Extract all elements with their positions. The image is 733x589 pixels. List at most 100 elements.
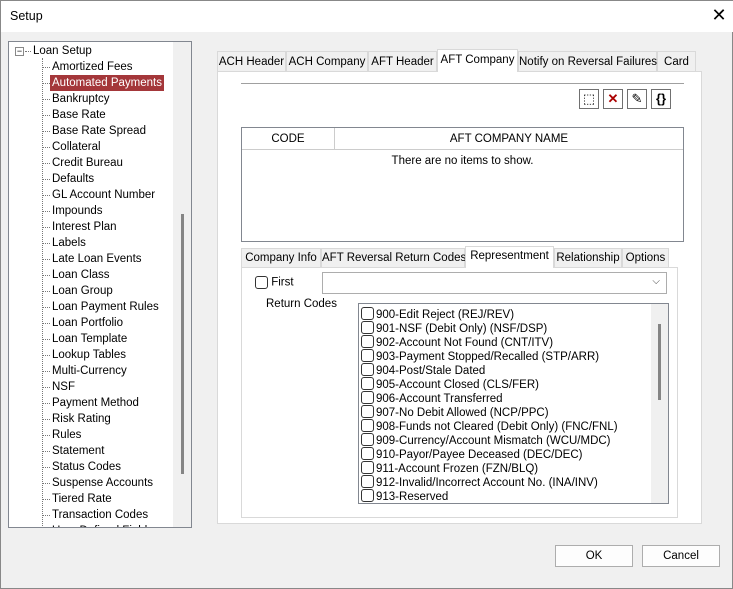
window-title: Setup xyxy=(10,9,43,23)
tree-item-bankruptcy[interactable]: Bankruptcy xyxy=(50,91,112,107)
tree-item-status-codes[interactable]: Status Codes xyxy=(50,459,123,475)
tree-item-credit-bureau[interactable]: Credit Bureau xyxy=(50,155,125,171)
return-code-item[interactable]: 905-Account Closed (CLS/FER) xyxy=(361,377,539,391)
braces-icon[interactable]: {} xyxy=(651,89,671,109)
return-code-item[interactable]: 901-NSF (Debit Only) (NSF/DSP) xyxy=(361,321,547,335)
cancel-button[interactable]: Cancel xyxy=(642,545,720,567)
tree-item-interest-plan[interactable]: Interest Plan xyxy=(50,219,119,235)
subtab-company-info[interactable]: Company Info xyxy=(241,248,321,268)
checkbox[interactable] xyxy=(361,307,374,320)
return-code-item[interactable]: 908-Funds not Cleared (Debit Only) (FNC/… xyxy=(361,419,618,433)
tree-item-gl-account-number[interactable]: GL Account Number xyxy=(50,187,157,203)
return-code-label: 901-NSF (Debit Only) (NSF/DSP) xyxy=(376,323,548,335)
return-code-label: 909-Currency/Account Mismatch (WCU/MDC) xyxy=(376,435,611,447)
collapse-icon[interactable]: − xyxy=(15,47,24,56)
tree-item-transaction-codes[interactable]: Transaction Codes xyxy=(50,507,150,523)
checkbox[interactable] xyxy=(361,433,374,446)
return-code-item[interactable]: 907-No Debit Allowed (NCP/PPC) xyxy=(361,405,549,419)
tab-ach-header[interactable]: ACH Header xyxy=(217,51,286,72)
return-code-item[interactable]: 906-Account Transferred xyxy=(361,391,503,405)
tree-item-lookup-tables[interactable]: Lookup Tables xyxy=(50,347,128,363)
tree-item-multi-currency[interactable]: Multi-Currency xyxy=(50,363,129,379)
title-bar: Setup ✕ xyxy=(1,1,733,32)
tree-item-loan-class[interactable]: Loan Class xyxy=(50,267,112,283)
tree-item-user-defined-fields[interactable]: User Defined Fields xyxy=(50,523,155,527)
tree-item-risk-rating[interactable]: Risk Rating xyxy=(50,411,113,427)
tree-connector xyxy=(42,323,50,324)
return-code-item[interactable]: 911-Account Frozen (FZN/BLQ) xyxy=(361,461,538,475)
checkbox[interactable] xyxy=(361,377,374,390)
tree-item-loan-group[interactable]: Loan Group xyxy=(50,283,115,299)
tree-item-suspense-accounts[interactable]: Suspense Accounts xyxy=(50,475,155,491)
tab-aft-header[interactable]: AFT Header xyxy=(368,51,437,72)
first-dropdown[interactable]: ⌵ xyxy=(322,272,667,294)
checkbox[interactable] xyxy=(361,447,374,460)
tree-connector xyxy=(42,67,50,68)
checkbox[interactable] xyxy=(361,489,374,502)
tree-item-defaults[interactable]: Defaults xyxy=(50,171,96,187)
return-code-item[interactable]: 910-Payor/Payee Deceased (DEC/DEC) xyxy=(361,447,582,461)
setup-tree[interactable]: − Loan Setup Amortized Fees Automated Pay… xyxy=(8,41,192,528)
first-checkbox[interactable]: First xyxy=(255,276,294,289)
list-scrollbar[interactable] xyxy=(651,304,668,503)
tree-item-labels[interactable]: Labels xyxy=(50,235,88,251)
new-icon[interactable]: ⬚ xyxy=(579,89,599,109)
tree-item-rules[interactable]: Rules xyxy=(50,427,83,443)
close-icon[interactable]: ✕ xyxy=(709,5,729,25)
checkbox[interactable] xyxy=(361,405,374,418)
return-code-item[interactable]: 912-Invalid/Incorrect Account No. (INA/I… xyxy=(361,475,598,489)
subtab-options[interactable]: Options xyxy=(622,248,669,268)
tree-item-amortized-fees[interactable]: Amortized Fees xyxy=(50,59,135,75)
return-code-label: 908-Funds not Cleared (Debit Only) (FNC/… xyxy=(376,421,618,433)
tree-item-late-loan-events[interactable]: Late Loan Events xyxy=(50,251,144,267)
checkbox[interactable] xyxy=(361,419,374,432)
tree-item-automated-payments[interactable]: Automated Payments xyxy=(50,75,164,91)
tree-connector xyxy=(42,163,50,164)
scrollbar-thumb[interactable] xyxy=(181,214,184,474)
subtab-representment[interactable]: Representment xyxy=(465,246,554,268)
checkbox[interactable] xyxy=(361,335,374,348)
tree-item-tiered-rate[interactable]: Tiered Rate xyxy=(50,491,114,507)
tab-notify-on-reversal-failures[interactable]: Notify on Reversal Failures xyxy=(518,51,657,72)
checkbox[interactable] xyxy=(361,349,374,362)
scrollbar-thumb[interactable] xyxy=(658,324,661,400)
checkbox[interactable] xyxy=(361,475,374,488)
delete-icon[interactable]: ✕ xyxy=(603,89,623,109)
return-code-item[interactable]: 904-Post/Stale Dated xyxy=(361,363,485,377)
tree-item-loan-payment-rules[interactable]: Loan Payment Rules xyxy=(50,299,161,315)
tree-scrollbar[interactable] xyxy=(173,42,191,527)
return-codes-list[interactable]: 900-Edit Reject (REJ/REV) 901-NSF (Debit … xyxy=(358,303,669,504)
tree-connector xyxy=(42,131,50,132)
tree-item-statement[interactable]: Statement xyxy=(50,443,106,459)
column-header-code[interactable]: CODE xyxy=(242,128,335,150)
aft-company-grid[interactable]: CODE AFT COMPANY NAME There are no items… xyxy=(241,127,684,242)
tab-ach-company[interactable]: ACH Company xyxy=(286,51,368,72)
checkbox[interactable] xyxy=(361,321,374,334)
checkbox[interactable] xyxy=(361,391,374,404)
tab-aft-company[interactable]: AFT Company xyxy=(437,49,518,72)
tree-item-collateral[interactable]: Collateral xyxy=(50,139,103,155)
return-code-item[interactable]: 903-Payment Stopped/Recalled (STP/ARR) xyxy=(361,349,599,363)
tree-item-payment-method[interactable]: Payment Method xyxy=(50,395,141,411)
return-code-item[interactable]: 909-Currency/Account Mismatch (WCU/MDC) xyxy=(361,433,611,447)
subtab-aft-reversal-return-codes[interactable]: AFT Reversal Return Codes xyxy=(321,248,466,268)
checkbox[interactable] xyxy=(361,363,374,376)
tab-card[interactable]: Card xyxy=(657,51,696,72)
ok-button[interactable]: OK xyxy=(555,545,633,567)
return-code-label: 900-Edit Reject (REJ/REV) xyxy=(376,309,515,321)
return-code-item[interactable]: 902-Account Not Found (CNT/ITV) xyxy=(361,335,553,349)
column-header-aft-company-name[interactable]: AFT COMPANY NAME xyxy=(335,128,683,150)
tree-item-nsf[interactable]: NSF xyxy=(50,379,77,395)
tree-connector xyxy=(42,83,50,84)
tree-item-impounds[interactable]: Impounds xyxy=(50,203,105,219)
tree-item-loan-portfolio[interactable]: Loan Portfolio xyxy=(50,315,125,331)
tree-item-base-rate-spread[interactable]: Base Rate Spread xyxy=(50,123,148,139)
subtab-relationship[interactable]: Relationship xyxy=(554,248,622,268)
checkbox[interactable] xyxy=(361,461,374,474)
tree-item-base-rate[interactable]: Base Rate xyxy=(50,107,108,123)
tree-item-loan-template[interactable]: Loan Template xyxy=(50,331,129,347)
tree-root-loan-setup[interactable]: Loan Setup xyxy=(31,43,94,59)
edit-icon[interactable]: ✎ xyxy=(627,89,647,109)
return-code-item[interactable]: 900-Edit Reject (REJ/REV) xyxy=(361,307,514,321)
return-code-item[interactable]: 913-Reserved xyxy=(361,489,448,503)
